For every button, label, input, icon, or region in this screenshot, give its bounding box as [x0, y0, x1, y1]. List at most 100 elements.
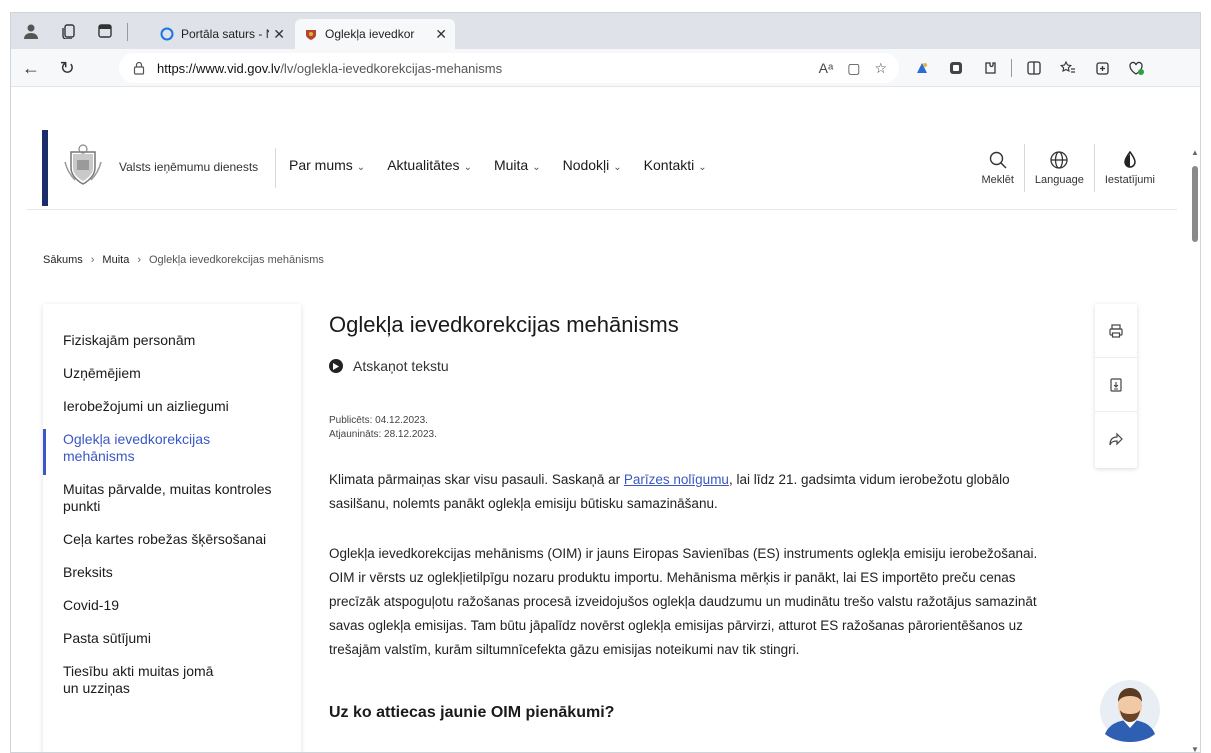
chevron-right-icon: › [90, 254, 95, 266]
sidebar-item-uznemejiem[interactable]: Uzņēmējiem [43, 365, 301, 382]
nav-label: Aktualitātes [387, 157, 460, 173]
toolbar-divider [1011, 59, 1012, 77]
vid-favicon-icon [303, 26, 319, 42]
page-viewport: Valsts ieņēmumu dienests Par mums ⌄ Aktua… [11, 88, 1200, 752]
settings-label: Iestatījumi [1104, 174, 1155, 186]
sidebar-item-pasta-sutijumi[interactable]: Pasta sūtījumi [43, 630, 301, 647]
sidebar-item-muitas-parvalde[interactable]: Muitas pārvalde, muitas kontroles punkti [43, 481, 301, 515]
tab-title: Oglekļa ievedkor [325, 27, 415, 41]
section-heading: Uz ko attiecas jaunie OIM pienākumi? [329, 704, 615, 721]
nav-label: Muita [493, 157, 529, 173]
chevron-right-icon: › [137, 254, 141, 266]
search-label: Meklēt [981, 174, 1014, 186]
favorites-icon[interactable] [1057, 57, 1079, 79]
profile-icon[interactable] [21, 21, 41, 41]
page-title: Oglekļa ievedkorekcijas mehānisms [329, 312, 679, 337]
tab-actions-icon[interactable] [95, 21, 115, 41]
site-brand-name[interactable]: Valsts ieņēmumu dienests [119, 160, 258, 174]
intro-text-start: Klimata pārmaiņas skar visu pasauli. Sas… [329, 472, 624, 487]
updated-date: Atjaunināts: 28.12.2023. [329, 429, 437, 440]
paris-agreement-link[interactable]: Parīzes nolīgumu [624, 472, 729, 487]
published-date: Publicēts: 04.12.2023. [329, 415, 428, 426]
close-tab-icon[interactable]: ✕ [435, 26, 447, 43]
sidebar-item-tiesibu-akti[interactable]: Tiesību akti muitas jomā un uzziņas [43, 663, 243, 697]
breadcrumb: Sākums › Muita › Oglekļa ievedkorekcijas meh… [43, 254, 324, 266]
virtual-assistant-avatar[interactable] [1099, 676, 1161, 742]
scroll-thumb[interactable] [1192, 166, 1198, 242]
close-tab-icon[interactable]: ✕ [273, 26, 285, 43]
chevron-down-icon: ⌄ [463, 162, 472, 173]
share-icon [1109, 432, 1123, 446]
nav-kontakti[interactable]: Kontakti ⌄ [644, 157, 707, 173]
search-button[interactable]: Meklēt [972, 144, 1024, 192]
brand-bar [42, 130, 48, 206]
download-document-icon [1110, 377, 1122, 392]
back-icon[interactable]: ← [19, 56, 43, 80]
language-label: Language [1034, 174, 1084, 186]
play-icon [329, 359, 343, 373]
url-host: https://www.vid.gov.lv [157, 60, 281, 76]
lock-icon[interactable] [131, 60, 147, 76]
header-divider [275, 148, 276, 188]
tab-divider [127, 23, 128, 41]
extension-square-icon[interactable] [945, 57, 967, 79]
sidebar-item-celas-kartes[interactable]: Ceļa kartes robežas šķērsošanai [43, 531, 301, 548]
chevron-down-icon: ⌄ [356, 162, 366, 173]
sidebar-item-covid[interactable]: Covid-19 [43, 597, 301, 614]
immersive-reader-icon[interactable]: ▢ [847, 60, 860, 77]
nav-nodokli[interactable]: Nodokļi ⌄ [563, 157, 622, 173]
listen-label: Atskaņot tekstu [353, 358, 449, 374]
nav-label: Nodokļi [562, 157, 610, 173]
collections-icon[interactable] [59, 21, 79, 41]
coat-of-arms-logo[interactable] [63, 142, 103, 188]
nav-label: Par mums [289, 157, 353, 173]
refresh-icon[interactable]: ↻ [55, 56, 79, 80]
sidebar-item-fiziskajam-personam[interactable]: Fiziskajām personām [43, 332, 301, 349]
nav-muita[interactable]: Muita ⌄ [494, 157, 541, 173]
share-button[interactable] [1095, 412, 1137, 466]
nav-label: Kontakti [643, 157, 695, 173]
oim-paragraph: Oglekļa ievedkorekcijas mehānisms (OIM) … [329, 546, 1038, 657]
print-button[interactable] [1095, 304, 1137, 358]
sidebar-item-oim[interactable]: Oglekļa ievedkorekcijas mehānisms [43, 429, 243, 475]
extension-puzzle-icon[interactable] [911, 57, 933, 79]
url-path: /lv/oglekla-ievedkorekcijas-mehanisms [280, 60, 503, 76]
page-scrollbar[interactable]: ▲ ▼ [1190, 148, 1200, 752]
extensions-icon[interactable] [979, 57, 1001, 79]
favorite-star-icon[interactable]: ☆ [874, 60, 887, 77]
main-nav: Par mums ⌄ Aktualitātes ⌄ Muita ⌄ Nodokļi ⌄ … [289, 157, 707, 173]
url-field[interactable]: https://www.vid.gov.lv/lv/oglekla-ievedk… [119, 53, 899, 83]
search-icon [989, 151, 1007, 169]
tab-title: Portāla saturs - N [181, 27, 270, 41]
settings-button[interactable]: Iestatījumi [1093, 144, 1165, 192]
split-screen-icon[interactable] [1023, 57, 1045, 79]
scroll-up-icon[interactable]: ▲ [1191, 148, 1199, 157]
breadcrumb-home[interactable]: Sākums [43, 254, 83, 266]
nav-par-mums[interactable]: Par mums ⌄ [289, 157, 365, 173]
url-tools: Aᵃ ▢ ☆ [819, 60, 887, 77]
print-icon [1109, 323, 1123, 338]
page-tools [1095, 304, 1137, 468]
tab-oim[interactable]: Oglekļa ievedkor ✕ [295, 19, 455, 49]
address-bar-row: ← ↻ https://www.vid.gov.lv/lv/oglekla-ie… [11, 49, 1200, 87]
tab-portal-content[interactable]: Portāla saturs - N ✕ [151, 19, 293, 49]
scroll-down-icon[interactable]: ▼ [1191, 745, 1199, 752]
nav-aktualitates[interactable]: Aktualitātes ⌄ [387, 157, 472, 173]
site-header: Valsts ieņēmumu dienests Par mums ⌄ Aktua… [27, 130, 1177, 210]
sidebar-item-breksits[interactable]: Breksits [43, 564, 301, 581]
publish-meta: Publicēts: 04.12.2023. Atjaunināts: 28.1… [329, 414, 1199, 442]
collections-add-icon[interactable] [1091, 57, 1113, 79]
sidebar-item-ierobezojumi[interactable]: Ierobežojumi un aizliegumi [43, 398, 301, 415]
header-tools: Meklēt Language Iestatījumi [972, 144, 1166, 192]
chevron-down-icon: ⌄ [532, 162, 541, 173]
main-content: Oglekļa ievedkorekcijas mehānisms Atskaņ… [329, 304, 1199, 722]
breadcrumb-current: Oglekļa ievedkorekcijas mehānisms [149, 254, 324, 266]
breadcrumb-section[interactable]: Muita [102, 254, 129, 266]
intro-paragraph: Klimata pārmaiņas skar visu pasauli. Sas… [329, 468, 1039, 516]
language-button[interactable]: Language [1023, 144, 1094, 192]
contrast-drop-icon [1124, 150, 1136, 168]
download-button[interactable] [1095, 358, 1137, 412]
listen-button[interactable]: Atskaņot tekstu [329, 358, 1199, 374]
browser-essentials-icon[interactable] [1125, 57, 1147, 79]
read-aloud-icon[interactable]: Aᵃ [819, 60, 834, 77]
